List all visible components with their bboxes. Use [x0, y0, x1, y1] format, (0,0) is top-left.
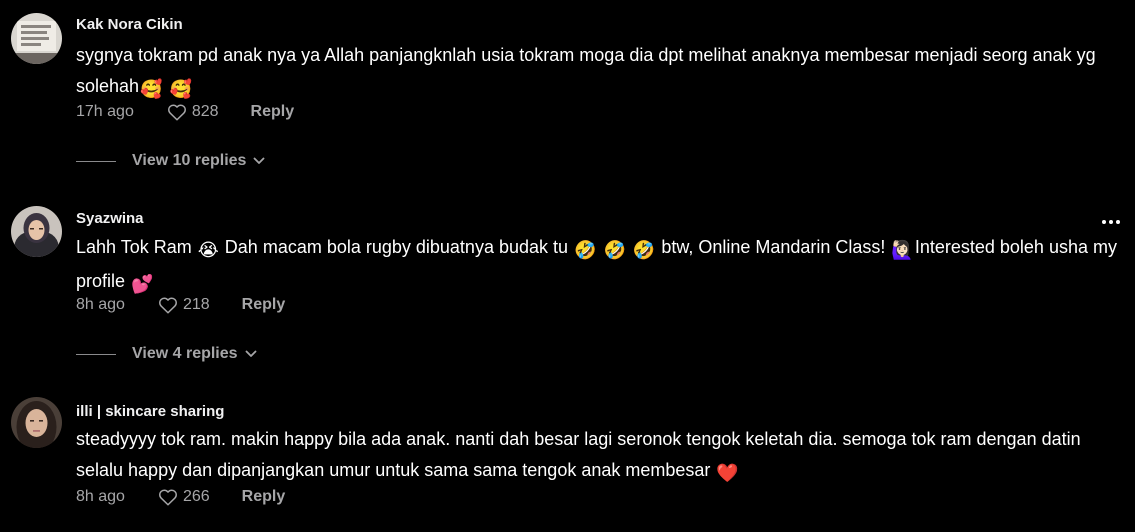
like-count: 266: [182, 488, 210, 505]
timestamp: 8h ago: [76, 296, 125, 313]
rolling-laughing-emoji: 🤣: [574, 240, 597, 261]
avatar[interactable]: [11, 13, 62, 64]
divider: [76, 160, 116, 162]
loudly-crying-emoji: 😭: [197, 240, 219, 261]
username[interactable]: illi | skincare sharing: [76, 403, 224, 420]
like-button[interactable]: 218: [158, 296, 210, 314]
avatar[interactable]: [11, 206, 62, 257]
woman-raising-hand-emoji: 🙋🏻‍♀️: [891, 240, 914, 261]
username[interactable]: Kak Nora Cikin: [76, 16, 183, 33]
more-horizontal-icon: [1102, 220, 1106, 224]
heart-outline-icon: [167, 104, 186, 121]
like-button[interactable]: 266: [158, 488, 210, 506]
avatar[interactable]: [11, 397, 62, 448]
heart-outline-icon: [158, 489, 177, 506]
comment-text: steadyyyy tok ram. makin happy bila ada …: [76, 424, 1121, 489]
timestamp: 8h ago: [76, 488, 125, 505]
timestamp: 17h ago: [76, 103, 134, 120]
view-replies-label: View 10 replies: [132, 152, 247, 169]
like-count: 828: [191, 103, 219, 120]
reply-button[interactable]: Reply: [242, 488, 286, 506]
comment-text: Lahh Tok Ram 😭 Dah macam bola rugby dibu…: [76, 232, 1121, 300]
red-heart-emoji: ❤️: [716, 463, 739, 484]
like-button[interactable]: 828: [167, 103, 219, 121]
more-options-button[interactable]: [1097, 212, 1125, 232]
chevron-down-icon: [253, 157, 265, 165]
view-replies-button[interactable]: View 4 replies: [76, 343, 257, 365]
rolling-laughing-emoji: 🤣: [603, 240, 626, 261]
divider: [76, 353, 116, 355]
view-replies-label: View 4 replies: [132, 345, 238, 362]
comment-meta: 8h ago 218 Reply: [76, 294, 285, 316]
heart-outline-icon: [158, 297, 177, 314]
comment-meta: 8h ago 266 Reply: [76, 486, 285, 508]
reply-button[interactable]: Reply: [251, 103, 295, 121]
chevron-down-icon: [245, 350, 257, 358]
username[interactable]: Syazwina: [76, 210, 144, 227]
like-count: 218: [182, 296, 210, 313]
view-replies-button[interactable]: View 10 replies: [76, 150, 265, 172]
reply-button[interactable]: Reply: [242, 296, 286, 314]
comment-text: sygnya tokram pd anak nya ya Allah panja…: [76, 40, 1121, 105]
comment-meta: 17h ago 828 Reply: [76, 101, 294, 123]
rolling-laughing-emoji: 🤣: [632, 240, 656, 261]
